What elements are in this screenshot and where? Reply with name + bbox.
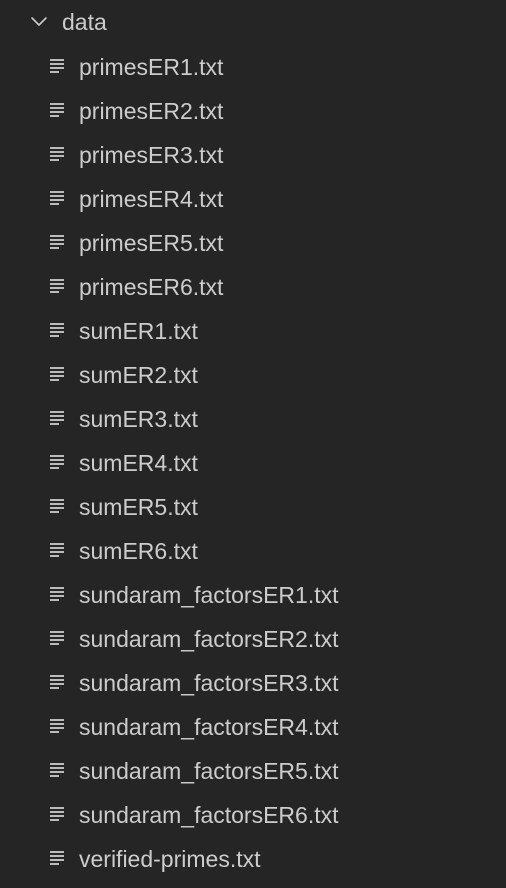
- lines-file-icon: [50, 587, 64, 601]
- file-label: primesER6.txt: [79, 274, 224, 300]
- file-item[interactable]: primesER5.txt: [0, 222, 506, 266]
- file-label: primesER5.txt: [79, 230, 224, 256]
- file-item[interactable]: sundaram_factorsER6.txt: [0, 794, 506, 838]
- lines-file-icon: [50, 675, 64, 689]
- file-item[interactable]: sundaram_factorsER3.txt: [0, 662, 506, 706]
- file-list: primesER1.txt primesER2.txt primesER3.txt p…: [0, 46, 506, 882]
- file-item[interactable]: primesER1.txt: [0, 46, 506, 90]
- lines-file-icon: [50, 323, 64, 337]
- lines-file-icon: [50, 235, 64, 249]
- file-item[interactable]: sundaram_factorsER2.txt: [0, 618, 506, 662]
- file-item[interactable]: primesER6.txt: [0, 266, 506, 310]
- lines-file-icon: [50, 851, 64, 865]
- file-label: sumER1.txt: [79, 318, 198, 344]
- lines-file-icon: [50, 543, 64, 557]
- file-label: sumER2.txt: [79, 362, 198, 388]
- lines-file-icon: [50, 807, 64, 821]
- lines-file-icon: [50, 455, 64, 469]
- file-item[interactable]: sumER2.txt: [0, 354, 506, 398]
- file-label: sundaram_factorsER5.txt: [79, 758, 339, 784]
- file-label: sumER3.txt: [79, 406, 198, 432]
- file-label: primesER2.txt: [79, 98, 224, 124]
- lines-file-icon: [50, 763, 64, 777]
- lines-file-icon: [50, 367, 64, 381]
- folder-label: data: [62, 9, 107, 35]
- file-item[interactable]: primesER2.txt: [0, 90, 506, 134]
- file-label: sundaram_factorsER3.txt: [79, 670, 339, 696]
- file-item[interactable]: sundaram_factorsER1.txt: [0, 574, 506, 618]
- file-item[interactable]: verified-primes.txt: [0, 838, 506, 882]
- file-label: sumER5.txt: [79, 494, 198, 520]
- file-item[interactable]: sumER6.txt: [0, 530, 506, 574]
- folder-data[interactable]: data: [0, 0, 506, 44]
- file-label: sumER4.txt: [79, 450, 198, 476]
- lines-file-icon: [50, 499, 64, 513]
- file-label: verified-primes.txt: [79, 846, 261, 872]
- file-label: primesER3.txt: [79, 142, 224, 168]
- lines-file-icon: [50, 719, 64, 733]
- file-item[interactable]: primesER4.txt: [0, 178, 506, 222]
- lines-file-icon: [50, 191, 64, 205]
- file-item[interactable]: sumER5.txt: [0, 486, 506, 530]
- file-item[interactable]: sumER4.txt: [0, 442, 506, 486]
- file-label: sumER6.txt: [79, 538, 198, 564]
- file-item[interactable]: sundaram_factorsER5.txt: [0, 750, 506, 794]
- lines-file-icon: [50, 59, 64, 73]
- lines-file-icon: [50, 147, 64, 161]
- file-item[interactable]: sumER1.txt: [0, 310, 506, 354]
- file-label: primesER4.txt: [79, 186, 224, 212]
- file-explorer: data primesER1.txt primesER2.txt primesER3…: [0, 0, 506, 888]
- lines-file-icon: [50, 631, 64, 645]
- lines-file-icon: [50, 103, 64, 117]
- file-item[interactable]: sumER3.txt: [0, 398, 506, 442]
- file-item[interactable]: sundaram_factorsER4.txt: [0, 706, 506, 750]
- file-label: sundaram_factorsER1.txt: [79, 582, 339, 608]
- file-label: sundaram_factorsER4.txt: [79, 714, 339, 740]
- lines-file-icon: [50, 411, 64, 425]
- chevron-down-icon[interactable]: [30, 13, 48, 31]
- lines-file-icon: [50, 279, 64, 293]
- file-label: primesER1.txt: [79, 54, 224, 80]
- file-item[interactable]: primesER3.txt: [0, 134, 506, 178]
- file-label: sundaram_factorsER6.txt: [79, 802, 339, 828]
- file-label: sundaram_factorsER2.txt: [79, 626, 339, 652]
